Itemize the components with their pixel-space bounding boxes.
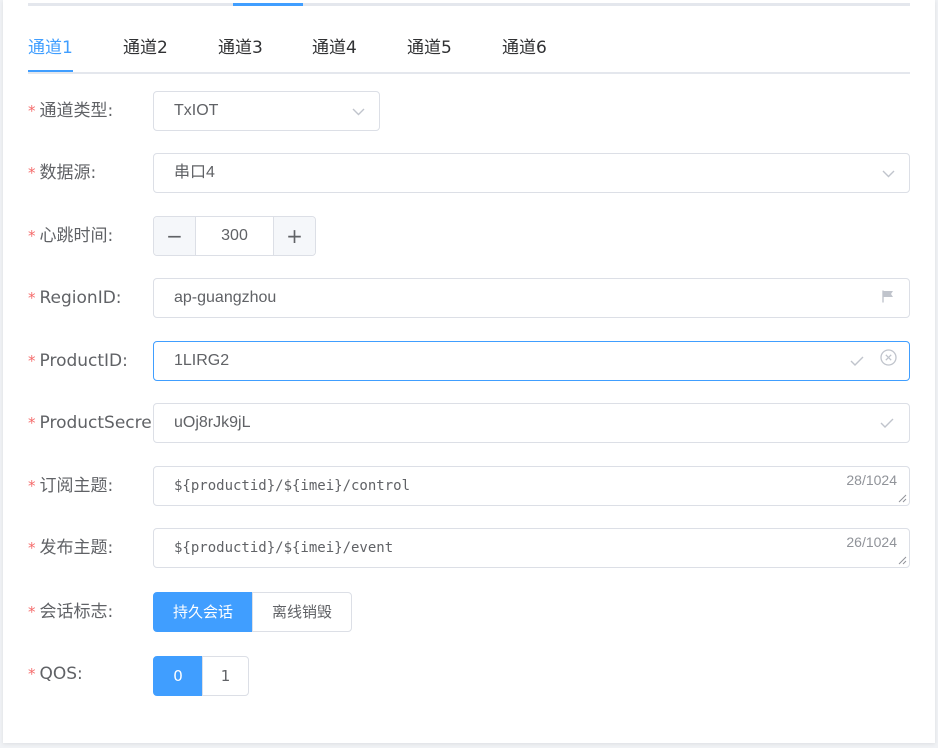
region-id-row: * RegionID: ap-guangzhou (0, 278, 938, 318)
subscribe-topic-textarea[interactable]: ${productid}/${imei}/control 28/1024 (153, 466, 910, 506)
clear-icon[interactable] (880, 342, 897, 380)
region-id-label: * RegionID: (28, 288, 122, 308)
top-divider (28, 3, 910, 6)
product-secret-input[interactable]: uOj8rJk9jL (153, 403, 910, 443)
top-active-indicator (233, 3, 303, 6)
persistent-session-button[interactable]: 持久会话 (153, 592, 253, 632)
qos-row: * QOS: 0 1 (0, 656, 938, 696)
heartbeat-label: * 心跳时间: (28, 226, 114, 246)
active-tab-indicator (28, 70, 73, 72)
session-flag-label: * 会话标志: (28, 602, 114, 622)
qos-label: * QOS: (28, 664, 83, 684)
data-source-select[interactable]: 串口4 (153, 153, 910, 193)
check-icon (850, 342, 864, 380)
session-flag-row: * 会话标志: 持久会话 离线销毁 (0, 592, 938, 632)
data-source-label: * 数据源: (28, 163, 97, 183)
subscribe-topic-row: * 订阅主题: ${productid}/${imei}/control 28/1… (0, 466, 938, 506)
resize-handle-icon[interactable] (898, 556, 907, 565)
offline-destroy-button[interactable]: 离线销毁 (252, 592, 352, 632)
heartbeat-row: * 心跳时间: − 300 + (0, 216, 938, 256)
char-counter: 28/1024 (846, 472, 897, 488)
increment-button[interactable]: + (273, 217, 315, 255)
tab-channel-5[interactable]: 通道5 (407, 30, 452, 72)
char-counter: 26/1024 (846, 534, 897, 550)
tab-channel-3[interactable]: 通道3 (218, 30, 263, 72)
publish-topic-textarea[interactable]: ${productid}/${imei}/event 26/1024 (153, 528, 910, 568)
heartbeat-value[interactable]: 300 (196, 217, 273, 255)
product-id-label: * ProductID: (28, 351, 128, 371)
tab-channel-1[interactable]: 通道1 (28, 30, 73, 72)
product-secret-row: * ProductSecret: uOj8rJk9jL (0, 403, 938, 443)
product-id-row: * ProductID: 1LIRG2 (0, 341, 938, 381)
product-id-input[interactable]: 1LIRG2 (153, 341, 910, 381)
check-icon (880, 404, 894, 442)
subscribe-topic-label: * 订阅主题: (28, 476, 114, 496)
chevron-down-icon (882, 154, 895, 192)
qos-0-button[interactable]: 0 (153, 656, 203, 696)
heartbeat-stepper: − 300 + (153, 216, 316, 256)
chevron-down-icon (352, 92, 365, 130)
tab-channel-2[interactable]: 通道2 (123, 30, 168, 72)
qos-1-button[interactable]: 1 (202, 656, 249, 696)
product-secret-label: * ProductSecret: (28, 413, 152, 433)
tab-channel-4[interactable]: 通道4 (312, 30, 357, 72)
publish-topic-row: * 发布主题: ${productid}/${imei}/event 26/102… (0, 528, 938, 568)
channel-type-label: * 通道类型: (28, 101, 114, 121)
decrement-button[interactable]: − (154, 217, 196, 255)
channel-tabs: 通道1 通道2 通道3 通道4 通道5 通道6 (28, 30, 910, 74)
channel-type-select[interactable]: TxIOT (153, 91, 380, 131)
tab-channel-6[interactable]: 通道6 (502, 30, 547, 72)
flag-icon (882, 279, 894, 317)
data-source-row: * 数据源: 串口4 (0, 153, 938, 193)
publish-topic-label: * 发布主题: (28, 538, 114, 558)
channel-type-row: * 通道类型: TxIOT (0, 91, 938, 131)
region-id-input[interactable]: ap-guangzhou (153, 278, 910, 318)
resize-handle-icon[interactable] (898, 494, 907, 503)
